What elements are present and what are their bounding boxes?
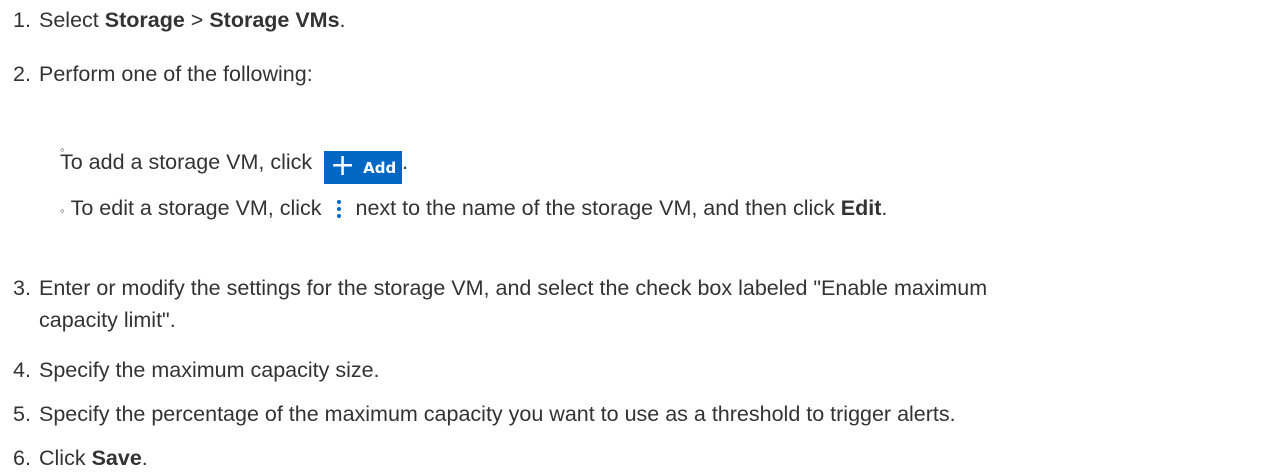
edit-label: Edit xyxy=(840,196,882,220)
bullet-icon: ◦ xyxy=(60,203,65,218)
storage-vms-label: Storage VMs xyxy=(209,8,340,32)
step-number: 3. xyxy=(13,276,31,300)
substep-text: To add a storage VM, click xyxy=(60,150,313,174)
step-number: 1. xyxy=(13,8,31,32)
step-number: 5. xyxy=(13,402,31,426)
plus-icon: + xyxy=(330,148,356,183)
step-3: 3. Enter or modify the settings for the s… xyxy=(13,274,1274,334)
step-text-continued: capacity limit". xyxy=(39,308,176,332)
step-5: 5. Specify the percentage of the maximum … xyxy=(13,400,1274,428)
save-label: Save xyxy=(91,446,142,470)
add-button-label: Add xyxy=(363,158,397,177)
step-number: 4. xyxy=(13,358,31,382)
step-text: Specify the maximum capacity size. xyxy=(39,358,380,382)
substep-text: To edit a storage VM, click xyxy=(70,196,322,220)
step-1: 1. Select Storage > Storage VMs. xyxy=(13,6,1274,34)
step-text: Select xyxy=(39,8,105,32)
storage-label: Storage xyxy=(104,8,185,32)
step-number: 6. xyxy=(13,446,31,470)
step-text: Specify the percentage of the maximum ca… xyxy=(39,402,956,426)
bullet-icon: ◦ xyxy=(60,142,65,157)
period: . xyxy=(881,196,888,220)
kebab-menu-icon[interactable] xyxy=(332,195,346,221)
step-4: 4. Specify the maximum capacity size. xyxy=(13,356,1274,384)
step-text: Perform one of the following: xyxy=(39,62,313,86)
substep-add: ◦ To add a storage VM, click + Add. xyxy=(60,142,409,184)
substep-edit: ◦ To edit a storage VM, click next to the… xyxy=(60,194,887,225)
period: . xyxy=(339,8,346,32)
step-6: 6. Click Save. xyxy=(13,444,1274,472)
period: . xyxy=(402,150,409,174)
step-2: 2. Perform one of the following: xyxy=(13,60,1274,88)
step-number: 2. xyxy=(13,62,31,86)
substep-text-continued: next to the name of the storage VM, and … xyxy=(355,196,841,220)
period: . xyxy=(141,446,148,470)
instructions-document: 1. Select Storage > Storage VMs. 2. Perfor… xyxy=(0,0,1284,475)
step-text: Click xyxy=(39,446,92,470)
step-text: Enter or modify the settings for the sto… xyxy=(39,276,988,300)
add-button[interactable]: + Add xyxy=(324,148,403,184)
separator: > xyxy=(184,8,210,32)
